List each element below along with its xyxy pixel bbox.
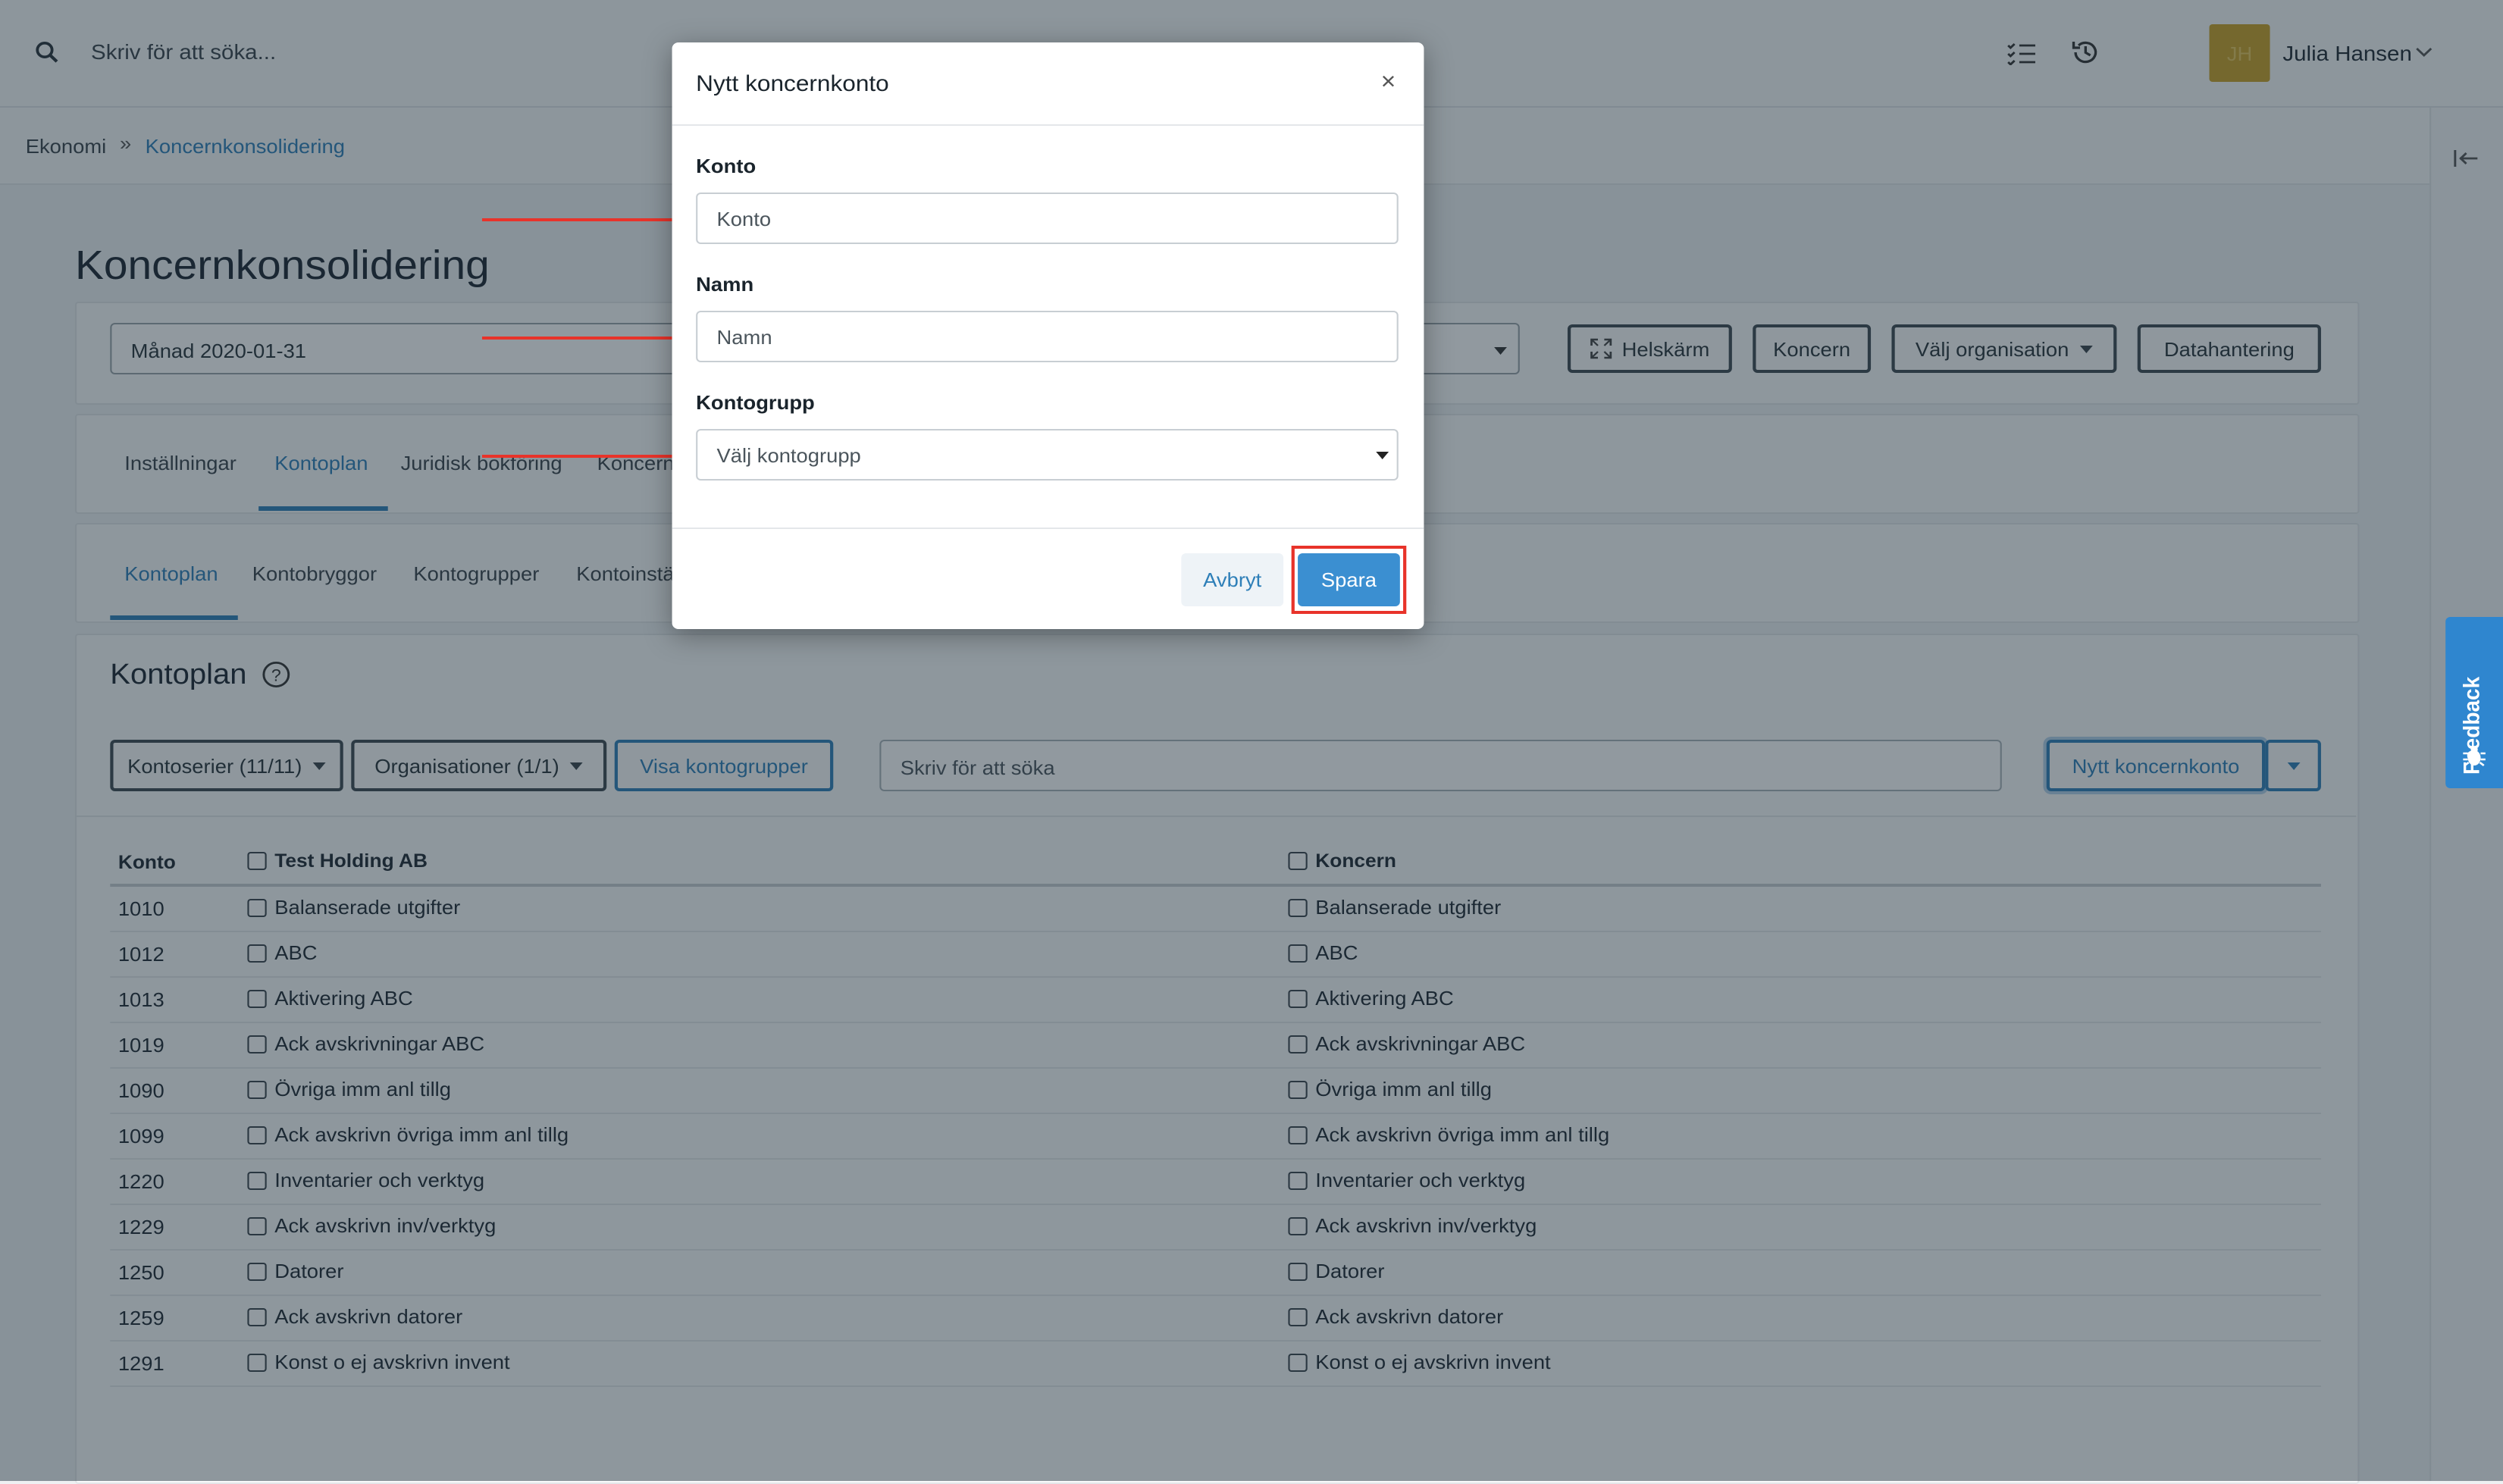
save-button[interactable]: Spara <box>1298 553 1400 606</box>
bug-icon <box>2463 746 2486 767</box>
close-icon[interactable]: × <box>1381 70 1396 97</box>
annotation-arrow-kontogrupp <box>481 447 695 465</box>
cancel-button[interactable]: Avbryt <box>1181 553 1284 606</box>
dialog-footer-divider <box>672 528 1424 529</box>
annotation-arrow-namn <box>481 329 695 347</box>
namn-label: Namn <box>696 273 754 296</box>
konto-label: Konto <box>696 155 757 177</box>
kontogrupp-select[interactable]: Välj kontogrupp <box>696 429 1399 481</box>
namn-placeholder: Namn <box>716 325 772 348</box>
new-group-account-dialog: Nytt koncernkonto × Konto Konto Namn Nam… <box>672 42 1424 629</box>
dialog-header: Nytt koncernkonto × <box>672 42 1424 126</box>
caret-down-icon <box>1376 452 1389 459</box>
annotation-arrow-konto <box>481 211 695 229</box>
konto-placeholder: Konto <box>716 207 772 230</box>
app-page: Skriv för att söka... JH Julia Hansen Ek… <box>0 0 2503 1484</box>
kontogrupp-placeholder: Välj kontogrupp <box>716 443 861 466</box>
feedback-tab[interactable]: Feedback <box>2445 617 2503 788</box>
kontogrupp-label: Kontogrupp <box>696 391 815 414</box>
namn-input[interactable]: Namn <box>696 311 1399 362</box>
dialog-title: Nytt koncernkonto <box>696 71 889 97</box>
konto-input[interactable]: Konto <box>696 193 1399 244</box>
